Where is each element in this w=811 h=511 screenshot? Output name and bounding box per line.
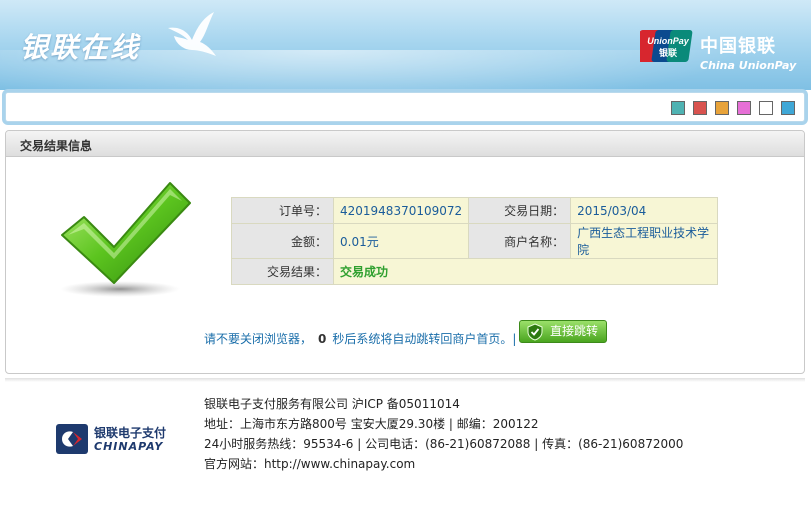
skin-color-bar: [5, 92, 805, 122]
status-value: 交易成功: [333, 258, 718, 285]
redirect-now-button[interactable]: 直接跳转: [519, 320, 607, 343]
chinapay-logo: 银联电子支付 CHINAPAY: [56, 422, 176, 456]
countdown-value: 0: [318, 332, 327, 346]
swatch-red[interactable]: [693, 101, 707, 115]
swatch-blue[interactable]: [781, 101, 795, 115]
order-value: 4201948370109072: [332, 197, 470, 224]
merchant-value: 广西生态工程职业技术学院: [570, 223, 718, 259]
chinapay-logo-en: CHINAPAY: [94, 440, 164, 453]
unionpay-logo: UnionPay 银联: [640, 30, 693, 62]
brand-cn: 中国银联: [700, 36, 776, 57]
swatch-pink[interactable]: [737, 101, 751, 115]
swatch-white[interactable]: [759, 101, 773, 115]
status-label: 交易结果：: [231, 258, 334, 285]
notice-text-before: 请不要关闭浏览器，: [204, 332, 313, 346]
result-table: 订单号： 4201948370109072 交易日期： 2015/03/04 金…: [231, 197, 718, 285]
footer-website: 官方网站：http://www.chinapay.com: [204, 457, 416, 471]
notice-text-after: 秒后系统将自动跳转回商户首页。|: [332, 332, 517, 346]
footer-info: 银联电子支付服务有限公司 沪ICP 备05011014 地址：上海市东方路800…: [204, 394, 683, 474]
panel-title: 交易结果信息: [6, 131, 804, 157]
dove-icon: [168, 12, 216, 56]
amount-value: 0.01元: [332, 223, 470, 259]
checkmark-icon: [60, 182, 191, 297]
date-label: 交易日期：: [468, 197, 572, 224]
chinapay-logo-mark: [56, 424, 88, 454]
order-label: 订单号：: [231, 197, 334, 224]
unionpay-logo-cn: 银联: [659, 47, 678, 59]
table-row: 金额： 0.01元 商户名称： 广西生态工程职业技术学院: [231, 223, 718, 259]
swatch-teal[interactable]: [671, 101, 685, 115]
brand-en: China UnionPay: [700, 59, 797, 72]
footer-divider: [5, 378, 805, 382]
amount-label: 金额：: [231, 223, 334, 259]
shield-check-icon: [527, 323, 543, 341]
footer-company: 银联电子支付服务有限公司 沪ICP 备05011014: [204, 397, 460, 411]
date-value: 2015/03/04: [570, 197, 718, 224]
result-panel: 交易结果信息 订单号： 4201948370109072 交易日期： 2015/…: [5, 130, 805, 374]
table-row: 订单号： 4201948370109072 交易日期： 2015/03/04: [231, 197, 718, 224]
table-row: 交易结果： 交易成功: [231, 258, 718, 285]
footer-contact: 24小时服务热线：95534-6 | 公司电话：(86-21)60872088 …: [204, 437, 684, 451]
swatch-orange[interactable]: [715, 101, 729, 115]
merchant-label: 商户名称：: [468, 223, 572, 259]
footer-address: 地址：上海市东方路800号 宝安大厦29.30楼 | 邮编：200122: [204, 417, 539, 431]
site-title: 银联在线: [20, 31, 141, 64]
redirect-now-label: 直接跳转: [550, 324, 599, 338]
redirect-notice: 请不要关闭浏览器， 0 秒后系统将自动跳转回商户首页。|: [204, 330, 516, 347]
header-banner: 银联在线 UnionPay 银联 中国银联 China UnionPay: [0, 0, 811, 90]
chinapay-mark-icon: [62, 431, 82, 447]
china-unionpay-brand: 中国银联 China UnionPay: [700, 32, 796, 72]
unionpay-logo-text: UnionPay: [647, 36, 690, 46]
chinapay-logo-cn: 银联电子支付: [94, 426, 167, 440]
